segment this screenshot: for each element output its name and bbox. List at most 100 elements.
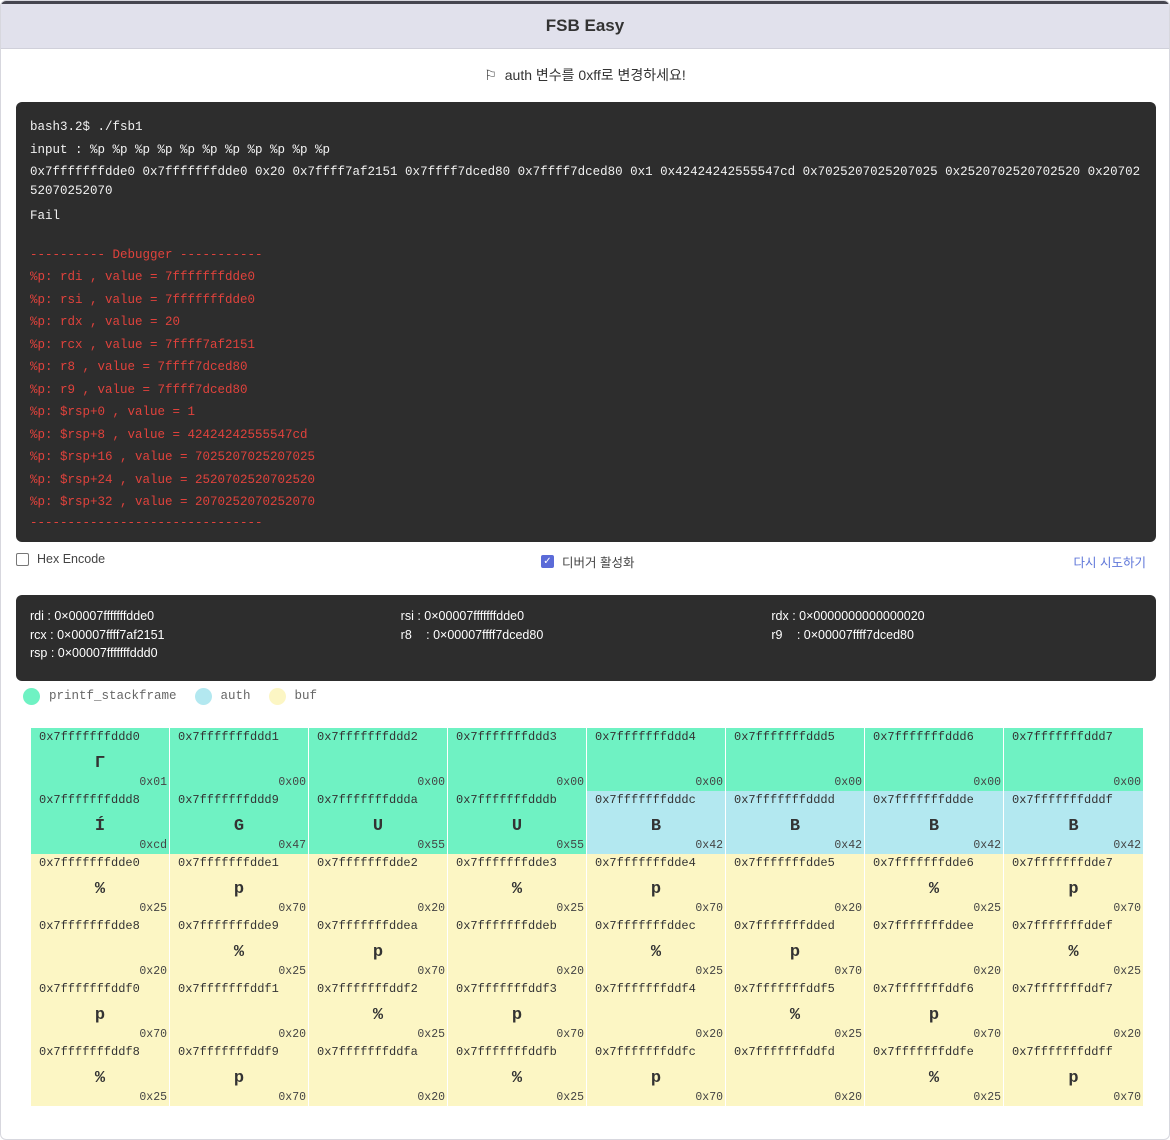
memory-byte-char: Γ [94,754,106,773]
memory-value-row: Í 0xcd G 0x47 U 0x55 U 0x55 B 0x42 B 0x42 B 0x42 B 0x42 [31,809,1145,854]
memory-byte-char: B [789,817,801,836]
memory-byte-hex: 0x25 [695,965,723,978]
register-value: : 0×00007ffff7dced80 [422,627,544,642]
memory-byte-char: % [1068,943,1079,962]
memory-byte-cell: 0x20 [31,935,170,980]
memory-byte-hex: 0x42 [695,839,723,852]
memory-address: 0x7fffffffddf2 [309,980,448,998]
debugger-line: %p: rdi , value = 7fffffffdde0 [30,270,256,284]
memory-address: 0x7fffffffddd1 [170,728,309,746]
hex-encode-option[interactable]: Hex Encode [16,552,105,566]
debugger-line: %p: $rsp+0 , value = 1 [30,405,196,419]
memory-byte-hex: 0x00 [417,776,445,789]
memory-address: 0x7fffffffddf7 [1004,980,1143,998]
memory-byte-hex: 0x01 [139,776,167,789]
memory-byte-cell: B 0x42 [865,809,1004,854]
memory-byte-cell: p 0x70 [170,1061,309,1106]
memory-address: 0x7fffffffddd0 [31,728,170,746]
memory-address-row: 0x7fffffffddd0 0x7fffffffddd1 0x7fffffffdd… [31,728,1145,746]
memory-byte-cell: p 0x70 [170,872,309,917]
retry-link[interactable]: 다시 시도하기 [1074,552,1146,571]
memory-address: 0x7fffffffddf8 [31,1043,170,1061]
memory-byte-cell: 0x20 [170,998,309,1043]
memory-byte-char: p [511,1006,523,1025]
memory-address: 0x7fffffffddda [309,791,448,809]
memory-address: 0x7fffffffddf6 [865,980,1004,998]
memory-byte-char: B [650,817,662,836]
memory-address: 0x7fffffffddfc [587,1043,726,1061]
memory-byte-cell: p 0x70 [587,872,726,917]
memory-value-row: 0x20% 0x25 p 0x70 0x20% 0x25 p 0x70 0x20% 0x25 [31,935,1145,980]
memory-address: 0x7fffffffddef [1004,917,1143,935]
memory-byte-hex: 0x70 [695,902,723,915]
debugger-option[interactable]: ✓ 디버거 활성화 [541,552,634,571]
debugger-line: %p: rsi , value = 7fffffffdde0 [30,292,256,307]
memory-byte-cell: U 0x55 [448,809,587,854]
legend-swatch [23,687,40,705]
memory-address: 0x7fffffffdde5 [726,854,865,872]
memory-value-row: % 0x25 p 0x70 0x20% 0x25 p 0x70 0x20% 0x25 p 0x70 [31,872,1145,917]
register-value: : 0×00007ffff7af2151 [46,627,165,642]
memory-byte-cell: p 0x70 [309,935,448,980]
memory-address-row: 0x7fffffffddd8 0x7fffffffddd9 0x7fffffffdd… [31,791,1145,809]
memory-address: 0x7fffffffdddb [448,791,587,809]
register-value: : 0×00007fffffffddd0 [47,646,158,660]
register-row: rsp : 0×00007fffffffddd0 [30,646,1142,665]
memory-address: 0x7fffffffddf1 [170,980,309,998]
memory-byte-cell: % 0x25 [865,872,1004,917]
memory-byte-cell: % 0x25 [448,1061,587,1106]
flag-icon: ⚐ [484,66,497,83]
memory-byte-cell: 0x20 [726,872,865,917]
memory-address: 0x7fffffffdde0 [31,854,170,872]
memory-address: 0x7fffffffddf9 [170,1043,309,1061]
register-row: rcx : 0×00007ffff7af2151 r8 : 0×00007ffff… [30,628,1142,647]
memory-byte-hex: 0x25 [556,1091,584,1104]
memory-byte-char: % [650,943,662,962]
debugger-checkbox[interactable]: ✓ [541,555,554,568]
memory-byte-char: U [372,817,384,836]
options-bar: Hex Encode ✓ 디버거 활성화 다시 시도하기 [16,547,1156,573]
memory-byte-hex: 0x70 [834,965,862,978]
memory-byte-cell: % 0x25 [587,935,726,980]
hex-encode-checkbox[interactable] [16,552,29,566]
memory-byte-cell: B 0x42 [1004,809,1143,854]
memory-byte-char: B [928,817,940,836]
memory-byte-hex: 0x70 [1113,1091,1141,1104]
memory-byte-hex: 0x55 [417,839,445,852]
memory-address: 0x7fffffffddf5 [726,980,865,998]
memory-byte-char: U [511,817,523,836]
debugger-line: %p: rcx , value = 7ffff7af2151 [30,337,256,352]
debugger-line: %p: $rsp+16 , value = 7025207025207025 [30,450,316,464]
memory-byte-cell: 0x00 [170,746,309,791]
memory-byte-cell: % 0x25 [31,1061,170,1106]
memory-address: 0x7fffffffdde9 [170,917,309,935]
register-value: : 0×00007fffffffdde0 [43,609,155,623]
memory-value-row: % 0x25 p 0x70 0x20% 0x25 p 0x70 0x20% 0x25 p 0x70 [31,1061,1145,1106]
memory-address: 0x7fffffffdde3 [448,854,587,872]
memory-byte-hex: 0x00 [834,776,862,789]
register-rdi: rdi : 0×00007fffffffdde0 [30,609,401,628]
register-rdx: rdx : 0×0000000000000020 [771,609,1142,628]
legend-item: buf [268,687,317,705]
memory-byte-cell: % 0x25 [31,872,170,917]
memory-byte-hex: 0x42 [834,839,862,852]
memory-byte-char: Í [94,817,106,836]
terminal-prompt: bash3.2$ ./fsb1 [30,120,143,134]
debugger-line: %p: $rsp+32 , value = 2070252070252070 [30,495,316,509]
title-bar: FSB Easy [1,1,1169,49]
memory-byte-char: p [928,1006,940,1025]
memory-byte-cell: 0x20 [309,1061,448,1106]
memory-byte-char: % [233,943,245,962]
memory-byte-char: p [789,943,801,962]
memory-byte-hex: 0xcd [139,839,167,852]
memory-address: 0x7fffffffddea [309,917,448,935]
memory-byte-hex: 0x70 [417,965,445,978]
memory-byte-hex: 0x70 [139,1028,167,1041]
terminal-result: Fail [30,209,61,223]
memory-address: 0x7fffffffddd3 [448,728,587,746]
memory-address: 0x7fffffffddeb [448,917,587,935]
legend-item: auth [194,687,251,705]
register-rsi: rsi : 0×00007fffffffdde0 [401,609,772,628]
memory-address: 0x7fffffffdde6 [865,854,1004,872]
memory-byte-cell: % 0x25 [448,872,587,917]
